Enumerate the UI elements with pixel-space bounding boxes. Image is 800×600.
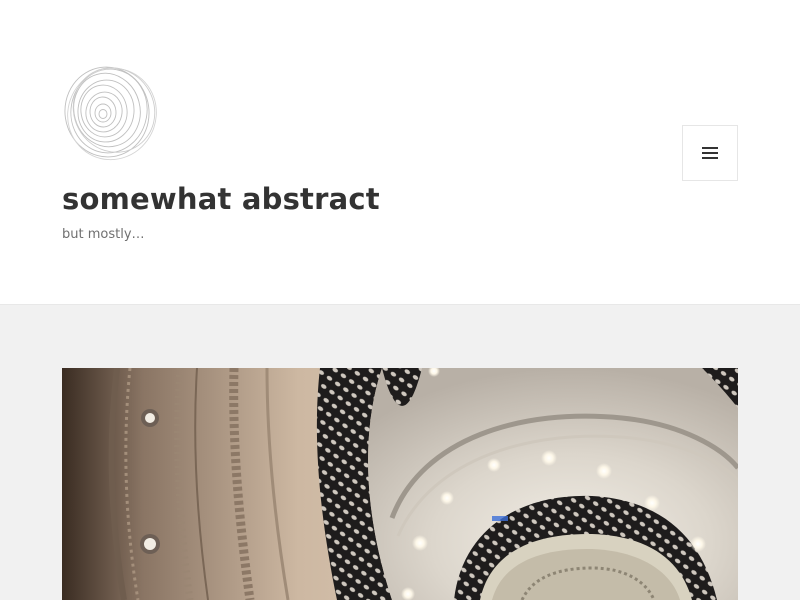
- site-header: somewhat abstract but mostly…: [0, 0, 800, 305]
- spiral-logo-icon: [62, 62, 166, 166]
- site-description: but mostly…: [62, 227, 145, 242]
- hamburger-menu-icon: [702, 147, 718, 159]
- site-title[interactable]: somewhat abstract: [62, 180, 380, 218]
- post-featured-image[interactable]: [62, 368, 738, 600]
- site-content: [0, 305, 800, 600]
- menu-toggle-button[interactable]: [682, 125, 738, 181]
